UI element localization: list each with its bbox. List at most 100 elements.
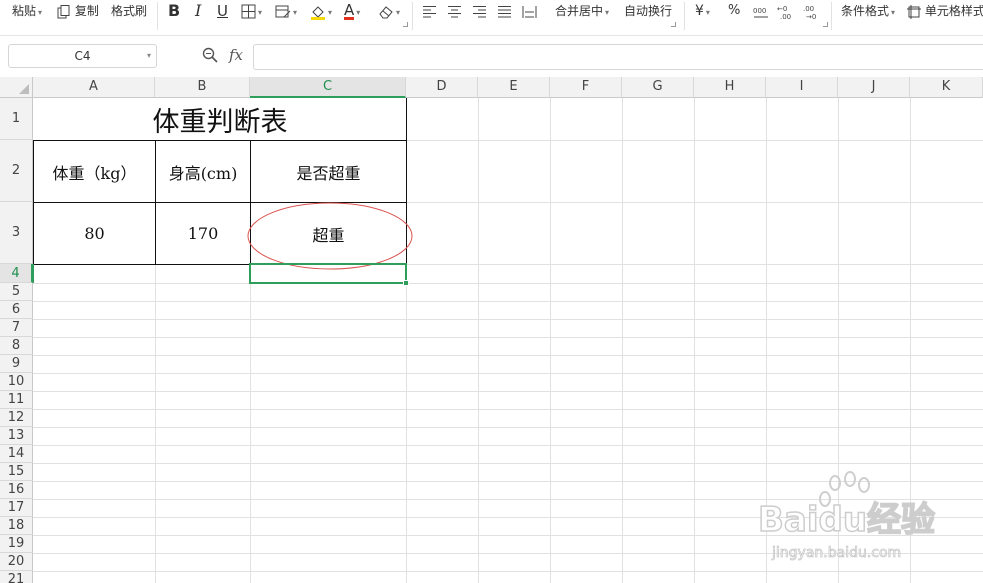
row-header-1[interactable]: 1 — [0, 98, 33, 140]
fill-color-button[interactable]: ▾ — [310, 0, 332, 22]
border-grid-icon — [241, 4, 256, 19]
row-header-9[interactable]: 9 — [0, 355, 33, 373]
row-header-4[interactable]: 4 — [0, 264, 33, 283]
height-value-cell[interactable]: 170 — [156, 203, 250, 264]
column-header-k[interactable]: K — [910, 77, 983, 98]
italic-button[interactable]: I — [195, 0, 201, 22]
decrease-decimal-button[interactable]: .00 →0 — [803, 0, 821, 22]
chevron-down-icon: ▾ — [356, 8, 361, 17]
row-header-17[interactable]: 17 — [0, 499, 33, 517]
column-header-f[interactable]: F — [550, 77, 622, 98]
underline-button[interactable]: U — [217, 0, 228, 22]
row-header-20[interactable]: 20 — [0, 553, 33, 571]
column-header-h[interactable]: H — [694, 77, 766, 98]
row-header-8[interactable]: 8 — [0, 337, 33, 355]
toolbar-divider — [412, 2, 413, 30]
font-color-button[interactable]: A ▾ — [344, 0, 360, 22]
svg-text:←0: ←0 — [777, 5, 787, 13]
row-header-11[interactable]: 11 — [0, 391, 33, 409]
formula-bar: C4 ▾ fx — [0, 40, 983, 76]
clear-format-button[interactable]: ▾ — [378, 0, 400, 22]
ribbon-toolbar: 粘贴 ▾ 复制 格式刷 B I U ▾ ▾ ▾ A ▾ ▾ 合并居中 ▾ 自动换… — [0, 0, 983, 36]
row-header-21[interactable]: 21 — [0, 571, 33, 583]
bold-button[interactable]: B — [168, 0, 180, 22]
row-header-18[interactable]: 18 — [0, 517, 33, 535]
row-header-16[interactable]: 16 — [0, 481, 33, 499]
toolbar-divider — [157, 2, 158, 30]
column-header-g[interactable]: G — [622, 77, 694, 98]
increase-decimal-button[interactable]: ←0.00 — [777, 0, 795, 22]
align-left-button[interactable] — [422, 0, 437, 22]
cell-format-button[interactable]: ▾ — [275, 0, 297, 22]
cell-style-icon — [907, 4, 921, 19]
chevron-down-icon: ▾ — [605, 8, 610, 17]
font-group-expander[interactable] — [403, 22, 408, 27]
merge-center-button[interactable]: 合并居中 ▾ — [555, 0, 609, 22]
chevron-down-icon: ▾ — [38, 8, 43, 17]
wrap-text-label: 自动换行 — [624, 4, 673, 18]
paste-button[interactable]: 粘贴 ▾ — [12, 0, 42, 22]
format-painter-button[interactable]: 格式刷 — [111, 0, 147, 22]
percent-format-button[interactable]: % — [728, 0, 740, 22]
row-header-6[interactable]: 6 — [0, 301, 33, 319]
justify-button[interactable] — [497, 0, 512, 22]
align-center-button[interactable] — [447, 0, 462, 22]
svg-text:000: 000 — [753, 7, 766, 15]
header-weight-cell[interactable]: 体重（kg） — [34, 141, 155, 202]
baidu-watermark-logo: Baidu经验 jingyan.baidu.com — [757, 471, 936, 561]
row-header-14[interactable]: 14 — [0, 445, 33, 463]
align-right-button[interactable] — [472, 0, 487, 22]
row-header-7[interactable]: 7 — [0, 319, 33, 337]
gridline — [33, 391, 983, 392]
gridline — [33, 319, 983, 320]
cell-style-label: 单元格样式 — [924, 4, 983, 18]
select-all-button[interactable] — [0, 77, 33, 98]
wrap-text-button[interactable]: 自动换行 — [624, 0, 672, 22]
weight-value-cell[interactable]: 80 — [34, 203, 155, 264]
row-header-12[interactable]: 12 — [0, 409, 33, 427]
gridline — [33, 373, 983, 374]
gridline — [33, 409, 983, 410]
chevron-down-icon[interactable]: ▾ — [147, 45, 151, 67]
column-header-i[interactable]: I — [766, 77, 838, 98]
row-header-19[interactable]: 19 — [0, 535, 33, 553]
header-overweight-cell[interactable]: 是否超重 — [251, 141, 406, 202]
column-header-j[interactable]: J — [838, 77, 910, 98]
decrease-decimal-icon: .00→0 — [803, 5, 816, 20]
cell-style-button[interactable]: 单元格样式 — [907, 0, 983, 22]
fill-handle[interactable] — [403, 280, 409, 286]
column-header-d[interactable]: D — [406, 77, 478, 98]
gridline — [622, 98, 623, 583]
alignment-group-expander[interactable] — [671, 22, 676, 27]
column-header-b[interactable]: B — [155, 77, 250, 98]
sheet-title[interactable]: 体重判断表 — [34, 98, 406, 140]
formula-input[interactable] — [253, 44, 983, 70]
name-box[interactable]: C4 ▾ — [8, 44, 157, 68]
active-cell-c4[interactable] — [249, 263, 407, 284]
row-header-2[interactable]: 2 — [0, 140, 33, 202]
row-header-5[interactable]: 5 — [0, 283, 33, 301]
row-header-3[interactable]: 3 — [0, 202, 33, 264]
borders-button[interactable]: ▾ — [241, 0, 262, 22]
column-header-c[interactable]: C — [250, 77, 406, 98]
currency-format-button[interactable]: ¥ ▾ — [695, 0, 710, 22]
header-height-cell[interactable]: 身高(cm) — [156, 141, 250, 202]
svg-text:.00: .00 — [803, 5, 814, 13]
chevron-down-icon: ▾ — [705, 8, 710, 17]
conditional-format-button[interactable]: 条件格式 ▾ — [841, 0, 895, 22]
zoom-icon[interactable] — [202, 47, 218, 63]
copy-icon — [57, 4, 70, 18]
column-header-e[interactable]: E — [478, 77, 550, 98]
row-header-13[interactable]: 13 — [0, 427, 33, 445]
format-painter-label: 格式刷 — [111, 4, 148, 18]
fx-icon[interactable]: fx — [229, 46, 243, 64]
row-header-15[interactable]: 15 — [0, 463, 33, 481]
number-group-expander[interactable] — [823, 22, 828, 27]
chevron-down-icon: ▾ — [293, 8, 298, 17]
column-header-a[interactable]: A — [33, 77, 155, 98]
thousands-separator-button[interactable]: 000 — [752, 0, 770, 22]
row-header-10[interactable]: 10 — [0, 373, 33, 391]
distributed-align-button[interactable] — [522, 0, 537, 22]
gridline — [33, 283, 983, 284]
copy-button[interactable]: 复制 — [57, 0, 99, 22]
